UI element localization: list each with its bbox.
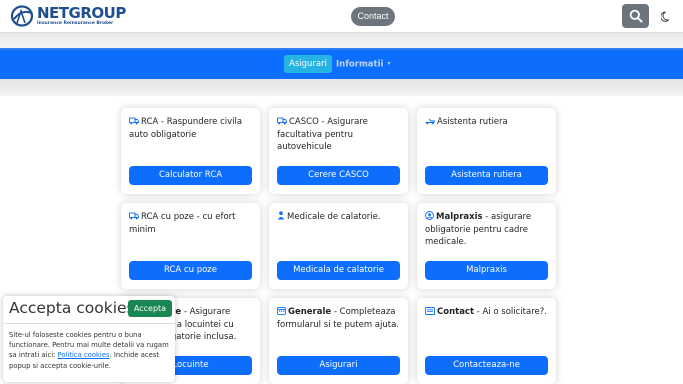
- insurance-card: Medicale de calatorie. Medicala de calato…: [269, 203, 408, 289]
- truck-icon: [129, 117, 139, 129]
- cookie-title: Accepta cookies: [9, 299, 135, 317]
- logo-tagline: Insurance Reinsurance Broker: [37, 21, 114, 26]
- main-navbar: Asigurari Informatii ▾: [0, 48, 683, 79]
- card-action-button[interactable]: RCA cu poze: [129, 261, 252, 280]
- cookie-body: Site-ul foloseste cookies pentru o buna …: [9, 330, 173, 371]
- insurance-card: CASCO - Asigurare facultativa pentru aut…: [269, 108, 408, 194]
- theme-toggle[interactable]: [659, 9, 673, 23]
- insurance-card: Malpraxis - asigurare obligatorie pentru…: [417, 203, 556, 289]
- card-title: Medicale de calatorie.: [287, 212, 381, 222]
- insurance-card: Contact - Ai o solicitare?. Contacteaza-n…: [417, 298, 556, 384]
- nav-item-informatii-label: Informatii: [336, 59, 384, 70]
- card-title-bold: Contact: [437, 307, 475, 317]
- netgroup-logo[interactable]: NETGROUP Insurance Reinsurance Broker: [10, 4, 128, 30]
- insurance-card: RCA - Raspundere civila auto obligatorie…: [121, 108, 260, 194]
- card-description: Asistenta rutiera: [425, 116, 550, 129]
- address-card-icon: [425, 307, 435, 319]
- insurance-card: Generale - Completeaza formularul si te …: [269, 298, 408, 384]
- card-title: RCA cu poze - cu efort minim: [129, 212, 236, 235]
- card-description: CASCO - Asigurare facultativa pentru aut…: [277, 116, 402, 153]
- chevron-down-icon: ▾: [387, 60, 391, 67]
- contact-button[interactable]: Contact: [351, 7, 395, 26]
- calendar-icon: [277, 306, 286, 319]
- card-action-button[interactable]: Medicala de calatorie: [277, 261, 400, 280]
- card-description: Malpraxis - asigurare obligatorie pentru…: [425, 211, 550, 248]
- person-icon: [277, 211, 285, 224]
- card-action-button[interactable]: Contacteaza-ne: [425, 356, 548, 375]
- nav-item-informatii[interactable]: Informatii ▾: [336, 55, 390, 73]
- card-title: - Ai o solicitare?.: [474, 307, 547, 317]
- cookie-popup: Accepta cookies Accepta Site-ul folosest…: [3, 296, 175, 382]
- tow-truck-icon: [425, 117, 436, 129]
- nav-item-asigurari[interactable]: Asigurari: [284, 55, 332, 73]
- card-description: Contact - Ai o solicitare?.: [425, 306, 550, 319]
- insurance-card: Asistenta rutiera Asistenta rutiera: [417, 108, 556, 194]
- cookie-policy-link[interactable]: Politica cookies: [58, 351, 110, 359]
- card-description: RCA - Raspundere civila auto obligatorie: [129, 116, 254, 141]
- card-action-button[interactable]: Asistenta rutiera: [425, 166, 548, 185]
- card-title-bold: Generale: [288, 307, 332, 317]
- logo-globe-icon: [10, 5, 34, 27]
- card-description: RCA cu poze - cu efort minim: [129, 211, 254, 236]
- card-action-button[interactable]: Calculator RCA: [129, 166, 252, 185]
- card-title: Asistenta rutiera: [437, 117, 508, 127]
- user-circle-icon: [425, 211, 434, 224]
- top-band: [0, 33, 683, 48]
- site-header: NETGROUP Insurance Reinsurance Broker Co…: [0, 0, 683, 33]
- card-title: RCA - Raspundere civila auto obligatorie: [129, 117, 243, 140]
- card-action-button[interactable]: Cerere CASCO: [277, 166, 400, 185]
- cookie-accept-button[interactable]: Accepta: [128, 300, 172, 317]
- search-icon: [629, 9, 642, 23]
- card-action-button[interactable]: Malpraxis: [425, 261, 548, 280]
- card-title-bold: Malpraxis: [436, 212, 483, 222]
- search-button[interactable]: [622, 4, 649, 28]
- moon-icon: [660, 11, 669, 22]
- logo-wordmark: NETGROUP: [37, 4, 126, 22]
- bottom-band: [0, 79, 683, 96]
- truck-icon: [129, 212, 139, 224]
- card-title: CASCO - Asigurare facultativa pentru aut…: [277, 117, 368, 152]
- insurance-card: RCA cu poze - cu efort minim RCA cu poze: [121, 203, 260, 289]
- car-icon: [277, 117, 287, 129]
- card-description: Medicale de calatorie.: [277, 211, 402, 224]
- card-description: Generale - Completeaza formularul si te …: [277, 306, 402, 331]
- cookie-divider: [3, 323, 175, 324]
- card-action-button[interactable]: Asigurari: [277, 356, 400, 375]
